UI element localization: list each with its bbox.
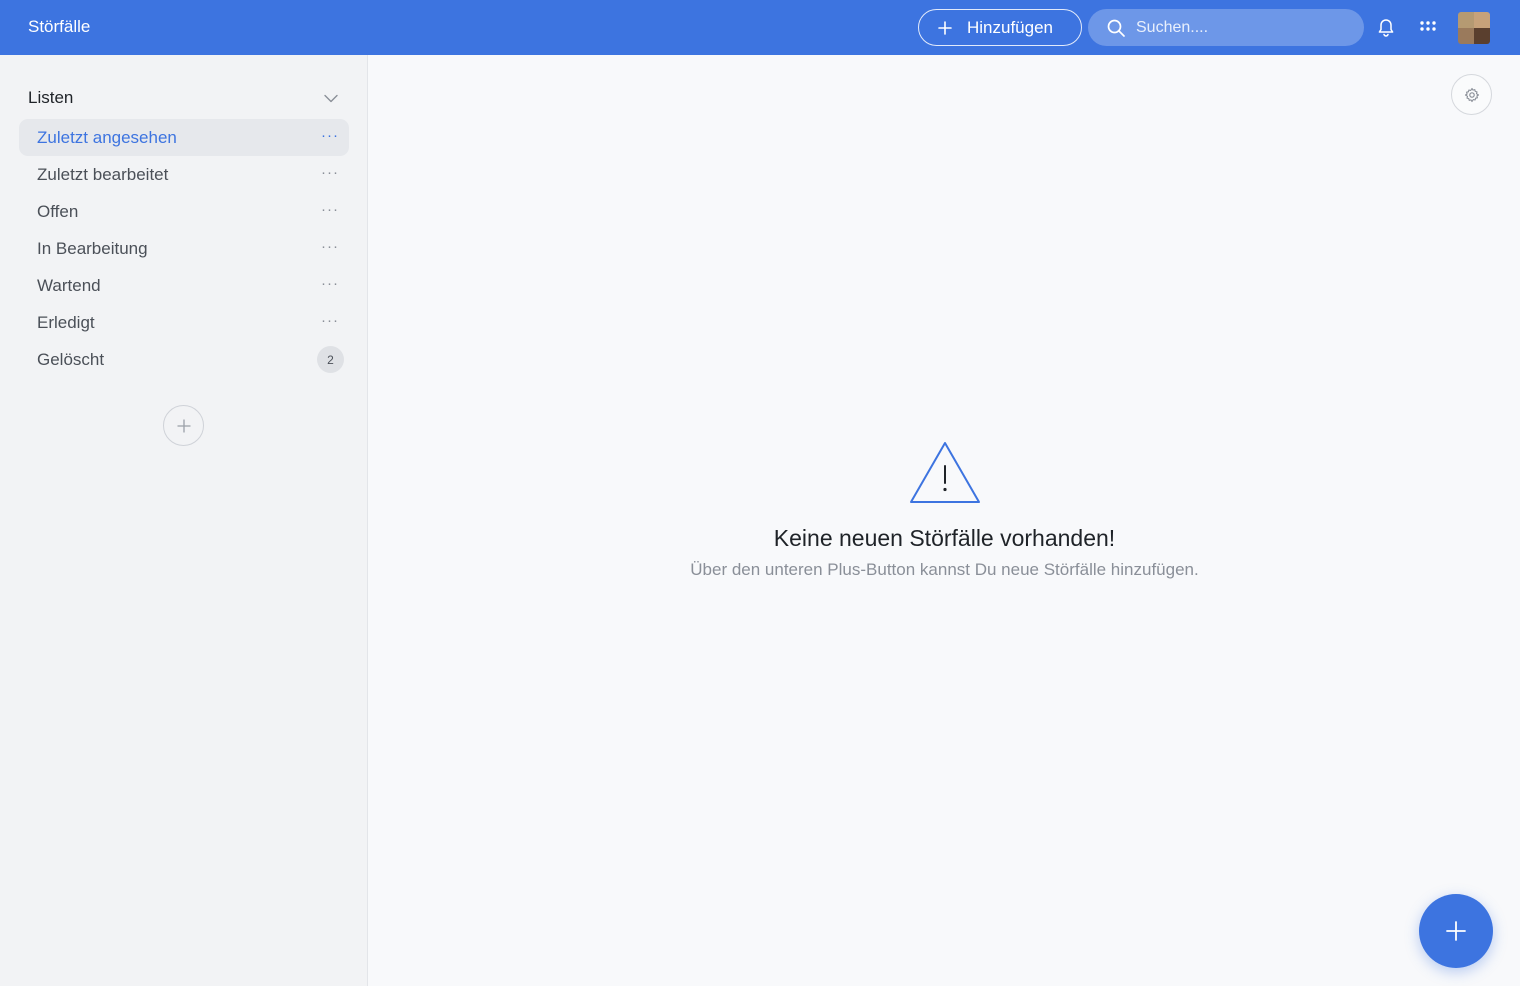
sidebar-item-erledigt[interactable]: Erledigt ···	[19, 304, 349, 341]
sidebar-item-wartend[interactable]: Wartend ···	[19, 267, 349, 304]
sidebar-item-label: Erledigt	[37, 312, 95, 332]
search-box[interactable]	[1088, 9, 1364, 46]
top-bar: Störfälle Hinzufügen	[0, 0, 1520, 55]
search-input[interactable]	[1136, 18, 1336, 37]
plus-icon	[176, 418, 191, 433]
chevron-down-icon[interactable]	[324, 94, 338, 103]
sidebar-item-zuletzt-bearbeitet[interactable]: Zuletzt bearbeitet ···	[19, 156, 349, 193]
more-icon[interactable]: ···	[321, 127, 339, 144]
more-icon[interactable]: ···	[321, 164, 339, 181]
empty-state: Keine neuen Störfälle vorhanden! Über de…	[369, 440, 1520, 580]
lists-title: Listen	[28, 88, 74, 107]
app-title: Störfälle	[28, 17, 91, 36]
sidebar-item-label: In Bearbeitung	[37, 238, 148, 258]
more-icon[interactable]: ···	[321, 201, 339, 218]
search-icon	[1107, 19, 1125, 37]
gear-icon	[1464, 87, 1479, 102]
sidebar-item-label: Gelöscht	[37, 349, 105, 369]
main-content: Keine neuen Störfälle vorhanden! Über de…	[369, 55, 1520, 986]
sidebar-item-label: Zuletzt bearbeitet	[37, 164, 169, 184]
lists-header[interactable]: Listen	[28, 88, 340, 108]
sidebar-item-label: Zuletzt angesehen	[37, 127, 177, 147]
empty-state-subtitle: Über den unteren Plus-Button kannst Du n…	[690, 560, 1199, 579]
settings-button[interactable]	[1451, 74, 1492, 115]
empty-state-title: Keine neuen Störfälle vorhanden!	[773, 525, 1116, 551]
add-button[interactable]: Hinzufügen	[918, 9, 1082, 46]
sidebar-item-in-bearbeitung[interactable]: In Bearbeitung ···	[19, 230, 349, 267]
sidebar-item-label: Offen	[37, 201, 79, 221]
apps-grid-icon[interactable]	[1420, 21, 1436, 34]
sidebar: Listen Zuletzt angesehen ··· Zuletzt bea…	[0, 55, 368, 986]
plus-icon	[1446, 921, 1466, 941]
sidebar-item-zuletzt-angesehen[interactable]: Zuletzt angesehen ···	[19, 119, 349, 156]
count-badge: 2	[317, 346, 344, 373]
more-icon[interactable]: ···	[321, 275, 339, 292]
list-items: Zuletzt angesehen ··· Zuletzt bearbeitet…	[19, 119, 349, 378]
sidebar-item-offen[interactable]: Offen ···	[19, 193, 349, 230]
add-button-label: Hinzufügen	[967, 17, 1054, 37]
warning-icon	[909, 442, 980, 503]
floating-add-button[interactable]	[1419, 894, 1493, 968]
bell-icon[interactable]	[1377, 18, 1395, 38]
avatar[interactable]	[1458, 12, 1490, 44]
more-icon[interactable]: ···	[321, 238, 339, 255]
sidebar-item-label: Wartend	[37, 275, 101, 295]
sidebar-item-geloescht[interactable]: Gelöscht 2	[19, 341, 349, 378]
more-icon[interactable]: ···	[321, 312, 339, 329]
plus-icon	[938, 20, 952, 35]
add-list-button[interactable]	[163, 405, 204, 446]
